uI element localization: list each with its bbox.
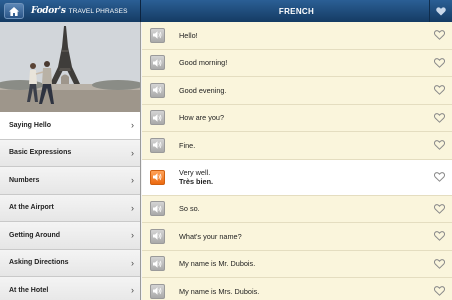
favorite-heart-icon[interactable] bbox=[434, 231, 445, 242]
play-audio-button[interactable] bbox=[150, 201, 165, 217]
category-item[interactable]: At the Hotel › bbox=[0, 277, 140, 300]
page-title: FRENCH bbox=[278, 6, 315, 16]
phrase-english: How are you? bbox=[179, 113, 225, 122]
phrase-row[interactable]: My name is Mr. Dubois. bbox=[142, 250, 452, 278]
speaker-icon bbox=[153, 59, 162, 67]
phrase-english: So so. bbox=[179, 204, 200, 213]
phrase-text: My name is Mrs. Dubois. bbox=[179, 287, 259, 297]
phrase-row[interactable]: So so. bbox=[142, 195, 452, 223]
phrase-list: Hello! Good morning! Good evening. How a… bbox=[142, 22, 452, 300]
app-header-left: Fodor's TRAVEL PHRASES bbox=[0, 0, 141, 22]
phrase-english: What's your name? bbox=[179, 231, 242, 241]
favorite-heart-icon[interactable] bbox=[434, 112, 445, 123]
phrase-row[interactable]: What's your name? bbox=[142, 223, 452, 251]
category-item[interactable]: Basic Expressions › bbox=[0, 139, 140, 167]
phrase-text: Hello! bbox=[179, 31, 198, 41]
speaker-icon bbox=[153, 232, 162, 240]
chevron-right-icon: › bbox=[131, 147, 134, 158]
speaker-icon bbox=[153, 260, 162, 268]
app-header-right: FRENCH bbox=[141, 0, 452, 22]
category-item[interactable]: Saying Hello › bbox=[0, 112, 140, 140]
phrase-english: Very well. bbox=[179, 167, 211, 177]
play-audio-button[interactable] bbox=[150, 228, 165, 244]
speaker-icon bbox=[153, 31, 162, 39]
category-label: Saying Hello bbox=[9, 121, 52, 129]
category-label: Getting Around bbox=[9, 231, 61, 239]
category-label: At the Airport bbox=[9, 204, 54, 212]
favorites-button[interactable] bbox=[429, 0, 452, 22]
play-audio-button[interactable] bbox=[150, 283, 165, 299]
phrase-row[interactable]: My name is Mrs. Dubois. bbox=[142, 278, 452, 300]
chevron-right-icon: › bbox=[131, 257, 134, 268]
category-label: Basic Expressions bbox=[9, 149, 72, 157]
hero-photo bbox=[0, 22, 140, 112]
chevron-right-icon: › bbox=[131, 285, 134, 296]
speaker-icon bbox=[153, 205, 162, 213]
phrase-row[interactable]: How are you? bbox=[142, 104, 452, 132]
favorite-heart-icon[interactable] bbox=[434, 203, 445, 214]
phrase-row[interactable]: Good morning! bbox=[142, 49, 452, 77]
category-label: Asking Directions bbox=[9, 259, 69, 267]
phrase-row[interactable]: Good evening. bbox=[142, 77, 452, 105]
category-sidebar: Saying Hello › Basic Expressions › Numbe… bbox=[0, 22, 141, 300]
phrase-row-selected[interactable]: Very well. Très bien. bbox=[142, 159, 452, 196]
phrase-text: Very well. Très bien. bbox=[179, 168, 213, 187]
heart-icon bbox=[436, 6, 446, 16]
phrase-text: My name is Mr. Dubois. bbox=[179, 259, 255, 269]
brand-logo: Fodor's TRAVEL PHRASES bbox=[31, 6, 128, 16]
phrase-row[interactable]: Fine. bbox=[142, 132, 452, 160]
phrase-english: Good morning! bbox=[179, 58, 228, 67]
category-label: At the Hotel bbox=[9, 286, 49, 294]
category-item[interactable]: Getting Around › bbox=[0, 222, 140, 250]
speaker-icon bbox=[153, 86, 162, 94]
play-audio-button[interactable] bbox=[150, 82, 165, 98]
speaker-icon bbox=[153, 287, 162, 295]
phrase-translation: Très bien. bbox=[179, 177, 214, 186]
play-audio-button[interactable] bbox=[150, 256, 165, 272]
phrase-text: How are you? bbox=[179, 113, 224, 123]
phrase-text: Good morning! bbox=[179, 58, 227, 68]
chevron-right-icon: › bbox=[131, 175, 134, 186]
favorite-heart-icon[interactable] bbox=[434, 85, 445, 96]
phrase-english: My name is Mr. Dubois. bbox=[179, 259, 256, 268]
play-audio-button[interactable] bbox=[150, 55, 165, 71]
play-audio-button[interactable] bbox=[150, 110, 165, 126]
home-icon bbox=[9, 6, 19, 16]
chevron-right-icon: › bbox=[131, 202, 134, 213]
favorite-heart-icon[interactable] bbox=[434, 258, 445, 269]
favorite-heart-icon[interactable] bbox=[434, 140, 445, 151]
category-item[interactable]: Asking Directions › bbox=[0, 249, 140, 277]
phrase-text: Fine. bbox=[179, 141, 195, 151]
play-audio-button[interactable] bbox=[150, 27, 165, 43]
home-button[interactable] bbox=[4, 3, 24, 19]
phrase-english: Hello! bbox=[179, 30, 198, 40]
play-audio-button[interactable] bbox=[150, 137, 165, 153]
phrase-text: Good evening. bbox=[179, 86, 226, 96]
category-item[interactable]: Numbers › bbox=[0, 167, 140, 195]
phrase-english: Fine. bbox=[179, 140, 196, 150]
favorite-heart-icon[interactable] bbox=[434, 286, 445, 297]
phrase-english: Good evening. bbox=[179, 85, 227, 95]
category-list: Saying Hello › Basic Expressions › Numbe… bbox=[0, 112, 140, 300]
chevron-right-icon: › bbox=[131, 120, 134, 131]
eiffel-tower-couple-image bbox=[0, 22, 140, 112]
phrase-text: So so. bbox=[179, 204, 200, 214]
chevron-right-icon: › bbox=[131, 230, 134, 241]
category-label: Numbers bbox=[9, 176, 40, 184]
speaker-icon bbox=[153, 173, 162, 181]
favorite-heart-icon[interactable] bbox=[434, 30, 445, 41]
phrase-text: What's your name? bbox=[179, 232, 242, 242]
brand-name: Fodor's bbox=[31, 6, 66, 16]
brand-subtitle: TRAVEL PHRASES bbox=[68, 8, 128, 15]
phrase-english: My name is Mrs. Dubois. bbox=[179, 286, 260, 296]
favorite-heart-icon[interactable] bbox=[434, 57, 445, 68]
speaker-icon bbox=[153, 141, 162, 149]
category-item[interactable]: At the Airport › bbox=[0, 194, 140, 222]
favorite-heart-icon[interactable] bbox=[434, 172, 445, 182]
play-audio-button[interactable] bbox=[150, 169, 165, 185]
speaker-icon bbox=[153, 114, 162, 122]
phrase-row[interactable]: Hello! bbox=[142, 22, 452, 50]
